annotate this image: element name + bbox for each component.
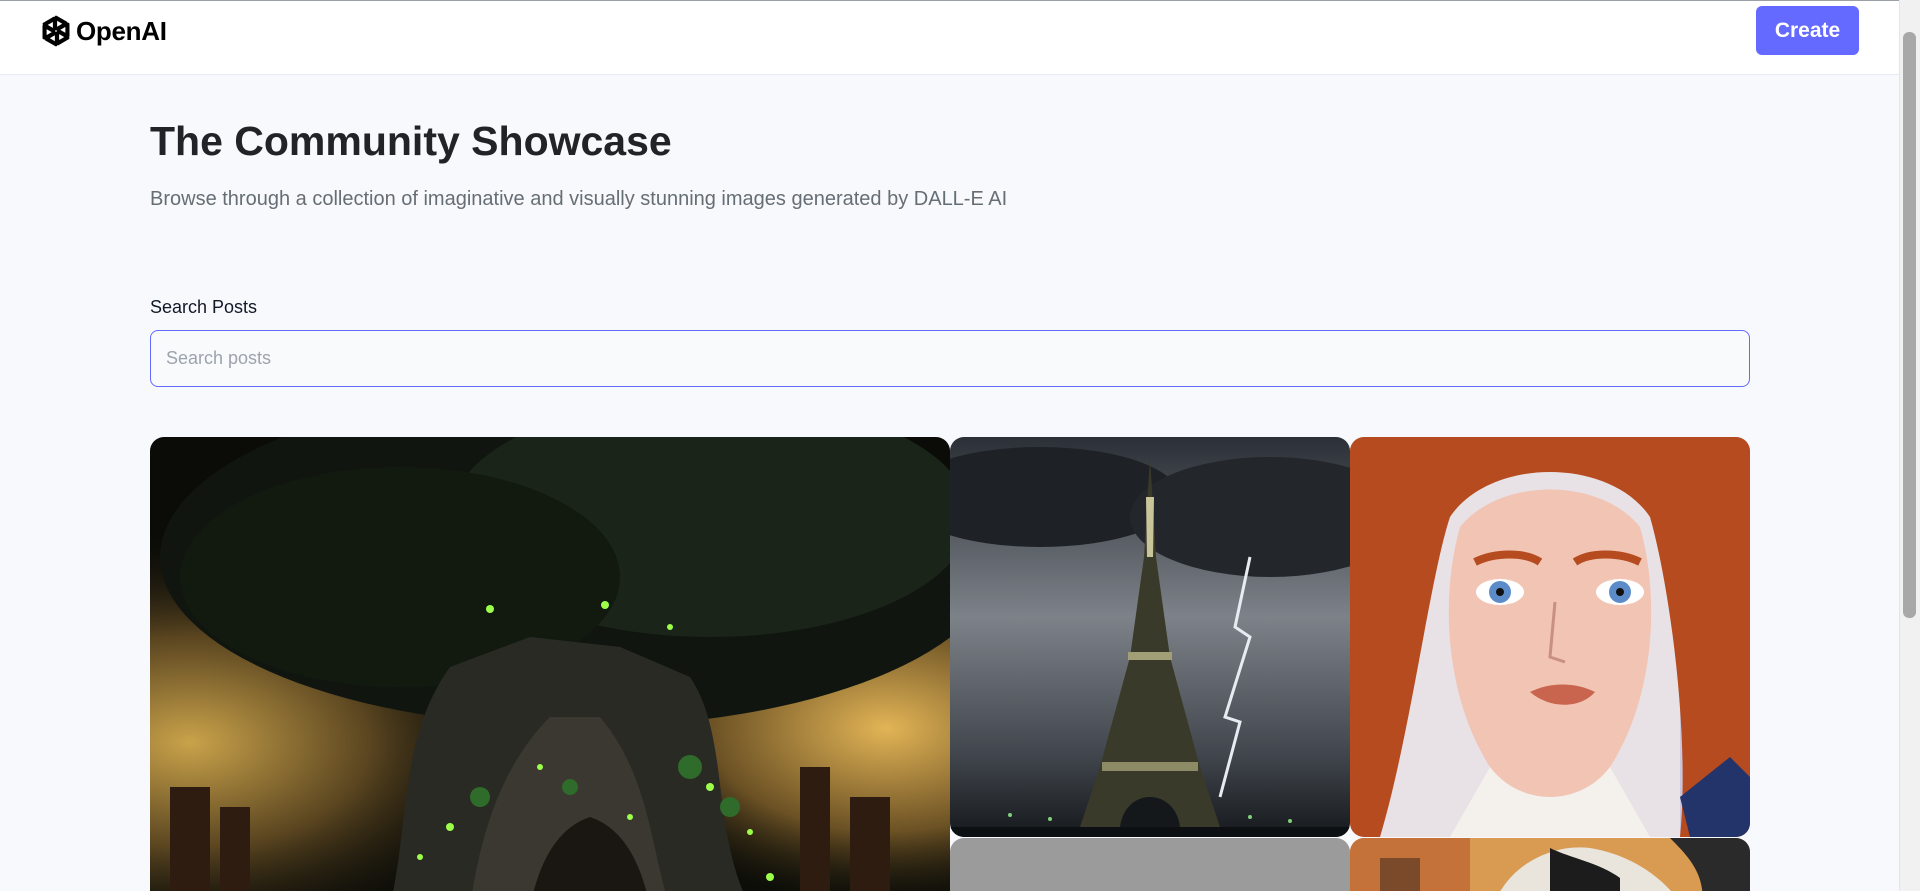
eiffel-tower-storm-image: [950, 437, 1350, 837]
gallery-card-gray[interactable]: [950, 838, 1350, 891]
red-haired-woman-image: [1350, 437, 1750, 837]
create-button[interactable]: Create: [1756, 6, 1859, 55]
glowing-tree-image: [150, 437, 950, 891]
search-label: Search Posts: [150, 297, 258, 317]
search-input[interactable]: [150, 330, 1750, 387]
gallery-card-tree[interactable]: [150, 437, 950, 891]
brand-name: OpenAI: [76, 15, 167, 46]
openai-logo-icon: [42, 15, 70, 47]
gallery-card-cat[interactable]: [1350, 838, 1750, 891]
page-subtitle: Browse through a collection of imaginati…: [150, 188, 1008, 210]
gallery-card-eiffel[interactable]: [950, 437, 1350, 837]
cat-painting-image: [1350, 838, 1750, 891]
page-title: The Community Showcase: [150, 118, 672, 164]
brand-logo-link[interactable]: OpenAI: [38, 13, 167, 49]
header: OpenAI Create: [0, 0, 1899, 75]
gallery-card-woman[interactable]: [1350, 437, 1750, 837]
scrollbar-thumb[interactable]: [1903, 32, 1916, 618]
